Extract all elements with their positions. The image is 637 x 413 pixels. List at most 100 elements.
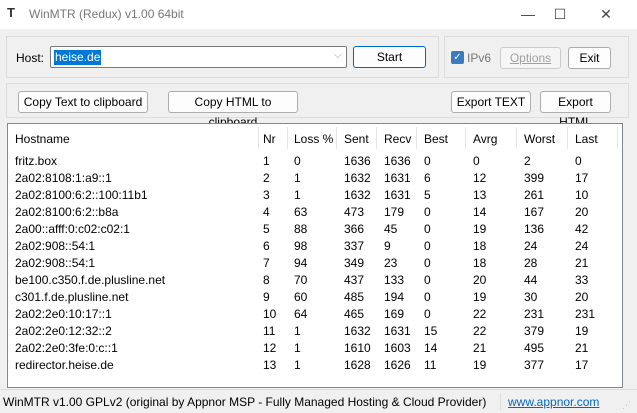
copy-html-button[interactable]: Copy HTML to clipboard: [168, 91, 298, 129]
column-header[interactable]: Loss %: [294, 132, 333, 146]
maximize-button[interactable]: ☐: [545, 4, 575, 24]
table-cell-hostname: 2a02:2e0:12:32::2: [15, 324, 112, 338]
table-cell-last: 42: [575, 222, 589, 236]
table-row[interactable]: 2a02:2e0:10:17::1 10 64 465 169 0 22 231 231: [8, 305, 622, 322]
resize-grip-icon[interactable]: ⋰: [622, 400, 631, 411]
column-header[interactable]: Avrg: [473, 132, 497, 146]
status-bar: WinMTR v1.00 GPLv2 (original by Appnor M…: [0, 389, 637, 413]
column-header[interactable]: Sent: [344, 132, 369, 146]
table-cell-hostname: c301.f.de.plusline.net: [15, 290, 129, 304]
exit-button[interactable]: Exit: [568, 47, 611, 69]
table-row[interactable]: fritz.box 1 0 1636 1636 0 0 2 0: [8, 152, 622, 169]
column-separator[interactable]: [567, 127, 568, 149]
column-separator[interactable]: [376, 127, 377, 149]
table-cell-worst: 231: [524, 307, 545, 321]
copy-text-button[interactable]: Copy Text to clipboard: [18, 91, 148, 113]
column-header[interactable]: Worst: [524, 132, 555, 146]
column-header[interactable]: Hostname: [15, 132, 70, 146]
table-cell-loss: 1: [294, 171, 301, 185]
table-cell-sent: 1632: [344, 324, 371, 338]
table-cell-best: 0: [424, 205, 431, 219]
start-button[interactable]: Start: [353, 46, 426, 68]
ipv6-label: IPv6: [467, 51, 492, 65]
options-label: Options: [509, 51, 552, 65]
table-row[interactable]: 2a02:908::54:1 7 94 349 23 0 18 28 21: [8, 254, 622, 271]
export-html-button[interactable]: Export HTML: [540, 91, 611, 129]
table-cell-nr: 7: [263, 256, 270, 270]
table-row[interactable]: c301.f.de.plusline.net 9 60 485 194 0 19 30 20: [8, 288, 622, 305]
table-row[interactable]: 2a02:8108:1:a9::1 2 1 1632 1631 6 12 399 17: [8, 169, 622, 186]
table-cell-avrg: 22: [473, 324, 487, 338]
table-cell-recv: 1631: [384, 188, 411, 202]
options-button[interactable]: Options: [500, 47, 561, 69]
column-separator[interactable]: [465, 127, 466, 149]
table-cell-avrg: 14: [473, 205, 487, 219]
status-separator: [500, 393, 501, 411]
table-row[interactable]: 2a02:8100:6:2::100:11b1 3 1 1632 1631 5 13 261 1…: [8, 186, 622, 203]
table-cell-nr: 13: [263, 358, 277, 372]
table-cell-loss: 70: [294, 273, 308, 287]
table-cell-hostname: be100.c350.f.de.plusline.net: [15, 273, 166, 287]
table-cell-worst: 495: [524, 341, 545, 355]
column-separator[interactable]: [258, 127, 259, 149]
table-cell-last: 17: [575, 171, 589, 185]
table-cell-avrg: 20: [473, 273, 487, 287]
table-cell-best: 6: [424, 171, 431, 185]
column-header[interactable]: Recv: [384, 132, 411, 146]
column-header[interactable]: Nr: [263, 132, 276, 146]
column-separator[interactable]: [516, 127, 517, 149]
window-title: WinMTR (Redux) v1.00 64bit: [29, 7, 184, 21]
table-cell-hostname: redirector.heise.de: [15, 358, 114, 372]
table-row[interactable]: redirector.heise.de 13 1 1628 1626 11 19 377 17: [8, 356, 622, 373]
column-separator[interactable]: [416, 127, 417, 149]
table-cell-sent: 1632: [344, 171, 371, 185]
table-row[interactable]: 2a02:2e0:3fe:0:c::1 12 1 1610 1603 14 21 495 21: [8, 339, 622, 356]
table-cell-hostname: 2a02:2e0:3fe:0:c::1: [15, 341, 118, 355]
table-cell-best: 0: [424, 307, 431, 321]
table-cell-nr: 1: [263, 154, 270, 168]
table-cell-recv: 194: [384, 290, 405, 304]
column-header[interactable]: Best: [424, 132, 448, 146]
column-header[interactable]: Last: [575, 132, 598, 146]
ipv6-checkbox[interactable]: ✓: [451, 51, 464, 64]
host-value: heise.de: [54, 50, 102, 65]
minimize-button[interactable]: —: [513, 4, 543, 24]
table-cell-avrg: 22: [473, 307, 487, 321]
close-button[interactable]: ✕: [591, 4, 621, 24]
table-row[interactable]: 2a00::afff:0:c02:c02:1 5 88 366 45 0 19 136 42: [8, 220, 622, 237]
table-cell-best: 15: [424, 324, 438, 338]
table-cell-last: 19: [575, 324, 589, 338]
column-separator[interactable]: [617, 127, 618, 149]
table-cell-last: 21: [575, 256, 589, 270]
table-cell-best: 0: [424, 222, 431, 236]
results-table[interactable]: Hostname Nr Loss % Sent Recv Best Avrg Worst Las…: [7, 123, 623, 388]
table-cell-avrg: 0: [473, 154, 480, 168]
table-cell-recv: 169: [384, 307, 405, 321]
table-row[interactable]: 2a02:8100:6:2::b8a 4 63 473 179 0 14 167 20: [8, 203, 622, 220]
table-cell-loss: 94: [294, 256, 308, 270]
export-text-button[interactable]: Export TEXT: [451, 91, 531, 113]
table-cell-loss: 1: [294, 188, 301, 202]
column-separator[interactable]: [287, 127, 288, 149]
table-cell-best: 0: [424, 239, 431, 253]
table-cell-recv: 9: [384, 239, 391, 253]
column-separator[interactable]: [336, 127, 337, 149]
table-row[interactable]: 2a02:2e0:12:32::2 11 1 1632 1631 15 22 379 19: [8, 322, 622, 339]
table-cell-last: 17: [575, 358, 589, 372]
appnor-link[interactable]: www.appnor.com: [508, 395, 599, 409]
table-cell-avrg: 19: [473, 222, 487, 236]
table-cell-recv: 1603: [384, 341, 411, 355]
table-cell-sent: 366: [344, 222, 365, 236]
table-cell-best: 14: [424, 341, 438, 355]
table-cell-nr: 10: [263, 307, 277, 321]
table-cell-sent: 1632: [344, 188, 371, 202]
table-cell-worst: 261: [524, 188, 545, 202]
table-cell-hostname: 2a02:8108:1:a9::1: [15, 171, 112, 185]
table-cell-hostname: 2a00::afff:0:c02:c02:1: [15, 222, 130, 236]
table-cell-nr: 6: [263, 239, 270, 253]
table-row[interactable]: be100.c350.f.de.plusline.net 8 70 437 133 0 20…: [8, 271, 622, 288]
table-cell-hostname: 2a02:908::54:1: [15, 256, 96, 270]
table-row[interactable]: 2a02:908::54:1 6 98 337 9 0 18 24 24: [8, 237, 622, 254]
host-input[interactable]: heise.de ⌵: [50, 46, 347, 68]
chevron-down-icon[interactable]: ⌵: [334, 49, 342, 62]
